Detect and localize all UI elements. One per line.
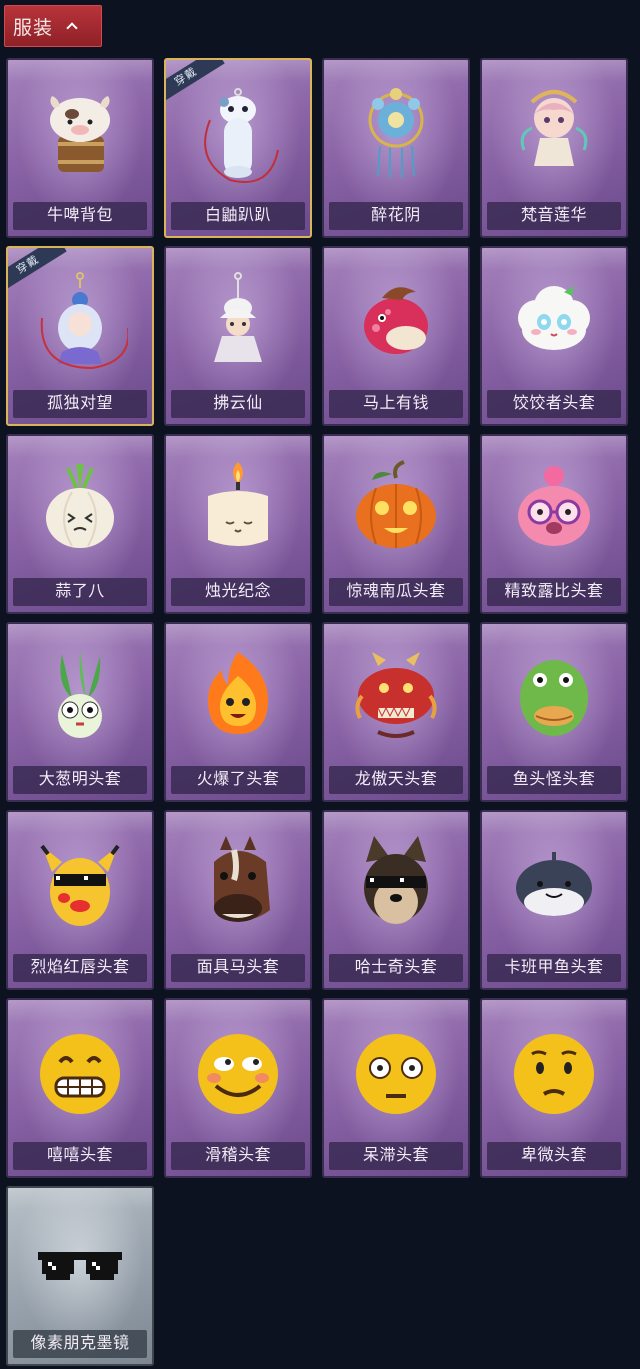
flower-ornament-icon <box>348 80 444 184</box>
fish-head-icon <box>506 644 602 748</box>
white-ferret-icon <box>190 80 286 184</box>
outfit-name: 醉花阴 <box>329 202 463 230</box>
humble-emoji-head-icon <box>506 1020 602 1124</box>
outfit-name: 白鼬趴趴 <box>171 202 305 230</box>
outfit-name: 牛啤背包 <box>13 202 147 230</box>
outfit-grid: 牛啤背包 穿戴 白鼬趴趴 醉花阴 梵音莲华穿戴 孤独对望 拂云仙 马上有钱 饺饺者头套蒜了八 烛光… <box>6 58 628 1366</box>
outfit-name: 拂云仙 <box>171 390 305 418</box>
outfit-card[interactable]: 烛光纪念 <box>164 434 312 614</box>
lotus-doll-icon <box>506 80 602 184</box>
outfit-card[interactable]: 滑稽头套 <box>164 998 312 1178</box>
pixel-sunglasses-icon <box>32 1208 128 1312</box>
section-toggle-button[interactable]: 服装 <box>4 5 102 47</box>
outfit-card[interactable]: 醉花阴 <box>322 58 470 238</box>
fire-head-icon <box>190 644 286 748</box>
outfit-name: 滑稽头套 <box>171 1142 305 1170</box>
outfit-card[interactable]: 大葱明头套 <box>6 622 154 802</box>
pink-glasses-head-icon <box>506 456 602 560</box>
outfit-name: 大葱明头套 <box>13 766 147 794</box>
outfit-card[interactable]: 卑微头套 <box>480 998 628 1178</box>
outfit-name: 鱼头怪头套 <box>487 766 621 794</box>
outfit-name: 烛光纪念 <box>171 578 305 606</box>
outfit-name: 马上有钱 <box>329 390 463 418</box>
section-title: 服装 <box>13 17 54 39</box>
cloud-immortal-pendant-icon <box>190 268 286 372</box>
blank-stare-emoji-head-icon <box>348 1020 444 1124</box>
outfit-name: 火爆了头套 <box>171 766 305 794</box>
outfit-name: 哈士奇头套 <box>329 954 463 982</box>
outfit-card[interactable]: 呆滞头套 <box>322 998 470 1178</box>
pumpkin-head-icon <box>348 456 444 560</box>
outfit-card[interactable]: 牛啤背包 <box>6 58 154 238</box>
lonely-gaze-doll-icon <box>32 268 128 372</box>
outfit-name: 龙傲天头套 <box>329 766 463 794</box>
outfit-name: 孤独对望 <box>13 390 147 418</box>
outfit-name: 惊魂南瓜头套 <box>329 578 463 606</box>
outfit-name: 嘻嘻头套 <box>13 1142 147 1170</box>
dumpling-head-icon <box>506 268 602 372</box>
dragon-head-icon <box>348 644 444 748</box>
outfit-card[interactable]: 龙傲天头套 <box>322 622 470 802</box>
outfit-card[interactable]: 像素朋克墨镜 <box>6 1186 154 1366</box>
outfit-name: 精致露比头套 <box>487 578 621 606</box>
outfit-card[interactable]: 蒜了八 <box>6 434 154 614</box>
outfit-card[interactable]: 面具马头套 <box>164 810 312 990</box>
outfit-name: 烈焰红唇头套 <box>13 954 147 982</box>
outfit-card[interactable]: 穿戴 孤独对望 <box>6 246 154 426</box>
outfit-name: 卡班甲鱼头套 <box>487 954 621 982</box>
outfit-card[interactable]: 哈士奇头套 <box>322 810 470 990</box>
outfit-card[interactable]: 马上有钱 <box>322 246 470 426</box>
horse-mask-icon <box>190 832 286 936</box>
outfit-name: 蒜了八 <box>13 578 147 606</box>
outfit-name: 呆滞头套 <box>329 1142 463 1170</box>
outfit-card[interactable]: 卡班甲鱼头套 <box>480 810 628 990</box>
scallion-head-icon <box>32 644 128 748</box>
outfit-name: 饺饺者头套 <box>487 390 621 418</box>
outfit-card[interactable]: 嘻嘻头套 <box>6 998 154 1178</box>
outfit-card[interactable]: 精致露比头套 <box>480 434 628 614</box>
candle-head-icon <box>190 456 286 560</box>
yellow-mouse-head-icon <box>32 832 128 936</box>
outfit-card[interactable]: 饺饺者头套 <box>480 246 628 426</box>
outfit-card[interactable]: 烈焰红唇头套 <box>6 810 154 990</box>
outfit-card[interactable]: 梵音莲华 <box>480 58 628 238</box>
chevron-up-icon <box>67 21 77 31</box>
red-horse-head-icon <box>348 268 444 372</box>
outfit-name: 梵音莲华 <box>487 202 621 230</box>
grin-emoji-head-icon <box>32 1020 128 1124</box>
outfit-card[interactable]: 穿戴 白鼬趴趴 <box>164 58 312 238</box>
outfit-card[interactable]: 火爆了头套 <box>164 622 312 802</box>
outfit-name: 卑微头套 <box>487 1142 621 1170</box>
outfit-name: 像素朋克墨镜 <box>13 1330 147 1358</box>
outfit-card[interactable]: 鱼头怪头套 <box>480 622 628 802</box>
cow-beer-backpack-icon <box>32 80 128 184</box>
outfit-name: 面具马头套 <box>171 954 305 982</box>
outfit-card[interactable]: 拂云仙 <box>164 246 312 426</box>
funny-emoji-head-icon <box>190 1020 286 1124</box>
round-fish-head-icon <box>506 832 602 936</box>
husky-head-icon <box>348 832 444 936</box>
outfit-card[interactable]: 惊魂南瓜头套 <box>322 434 470 614</box>
garlic-head-icon <box>32 456 128 560</box>
